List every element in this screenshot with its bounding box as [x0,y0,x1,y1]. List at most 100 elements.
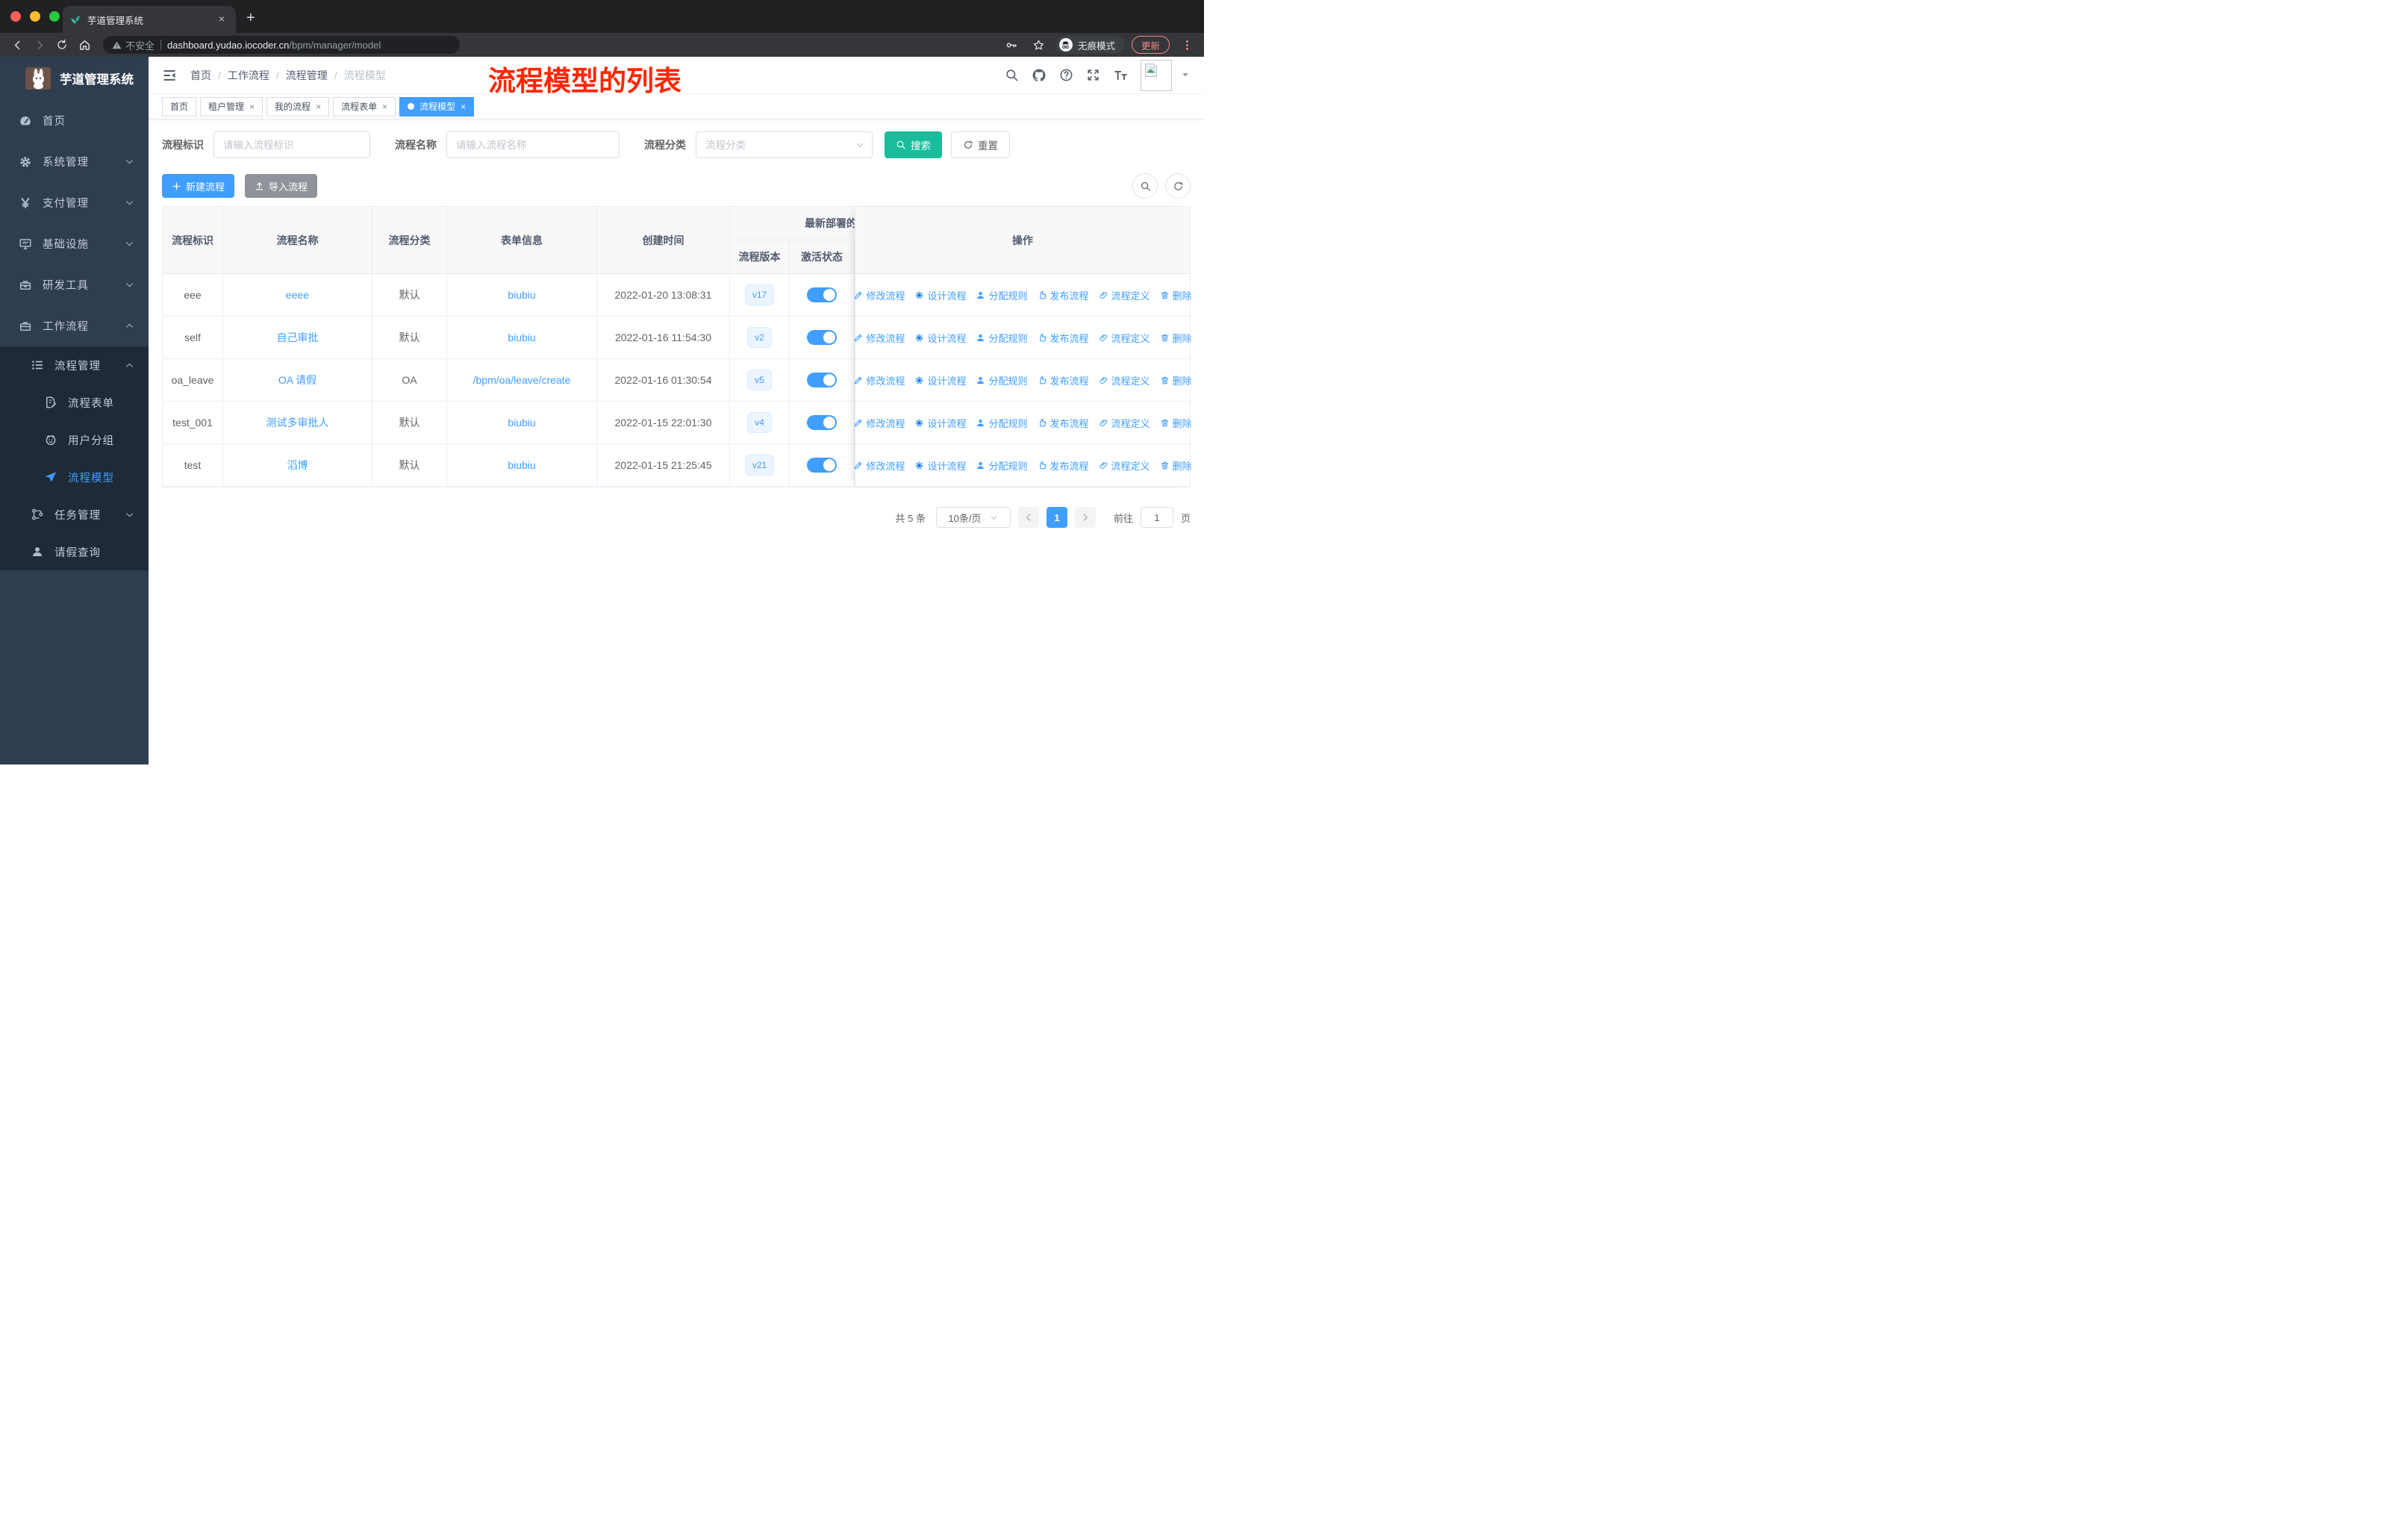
action-gear-link[interactable]: 设计流程 [914,288,966,302]
tab-close-icon[interactable]: × [215,13,228,26]
import-process-button[interactable]: 导入流程 [245,174,318,198]
collapse-sidebar-icon[interactable] [162,68,177,83]
nav-tag[interactable]: 首页 × [162,96,197,116]
action-gear-link[interactable]: 设计流程 [914,373,966,387]
forward-icon[interactable] [30,35,49,55]
action-clip-link[interactable]: 流程定义 [1099,458,1150,473]
browser-menu-icon[interactable] [1177,35,1197,55]
action-gear-link[interactable]: 设计流程 [914,458,966,473]
toggle-search-button[interactable] [1132,173,1158,199]
cell-process-name-link[interactable]: OA 请假 [278,373,316,387]
action-trash-link[interactable]: 删除 [1160,288,1192,302]
sidebar-item-flow[interactable]: 任务管理 [0,496,149,533]
process-category-select[interactable] [696,131,873,158]
action-clip-link[interactable]: 流程定义 [1099,331,1150,345]
action-user-link[interactable]: 分配规则 [976,416,1028,430]
sidebar-item-toolbox[interactable]: 研发工具 [0,264,149,305]
minimize-window-button[interactable] [30,11,40,22]
action-user-link[interactable]: 分配规则 [976,288,1028,302]
page-size-select[interactable]: 10条/页 [935,507,1011,528]
home-icon[interactable] [75,35,94,55]
current-page-button[interactable]: 1 [1046,507,1067,528]
nav-tag[interactable]: 流程模型 × [399,96,475,116]
active-status-toggle[interactable] [807,415,837,430]
action-gear-link[interactable]: 设计流程 [914,331,966,345]
github-icon[interactable] [1032,68,1047,83]
tag-close-icon[interactable]: × [461,102,466,112]
action-gear-link[interactable]: 设计流程 [914,416,966,430]
cell-form-info-link[interactable]: biubiu [508,459,535,471]
url-input[interactable]: 不安全 dashboard.yudao.iocoder.cn/bpm/manag… [103,36,460,54]
nav-tag[interactable]: 我的流程 × [266,96,330,116]
next-page-button[interactable] [1074,507,1096,528]
font-size-icon[interactable] [1113,68,1128,83]
browser-tab[interactable]: 芋道管理系统 × [63,6,236,33]
cell-process-name-link[interactable]: eeee [286,289,309,301]
cell-process-name-link[interactable]: 测试多审批人 [266,415,329,430]
process-id-input[interactable] [213,131,370,158]
cell-form-info-link[interactable]: biubiu [508,331,535,343]
action-thumb-link[interactable]: 发布流程 [1038,416,1089,430]
nav-tag[interactable]: 流程表单 × [333,96,396,116]
cell-form-info-link[interactable]: /bpm/oa/leave/create [473,374,571,386]
active-status-toggle[interactable] [807,373,837,387]
sidebar-item-dashboard[interactable]: 首页 [0,100,149,141]
avatar[interactable] [1141,59,1172,91]
new-tab-button[interactable]: + [246,10,255,27]
reload-icon[interactable] [52,35,72,55]
action-trash-link[interactable]: 删除 [1160,331,1192,345]
breadcrumb-item[interactable]: 流程管理 [286,68,328,83]
action-thumb-link[interactable]: 发布流程 [1038,331,1089,345]
search-button[interactable]: 搜索 [885,131,942,158]
active-status-toggle[interactable] [807,458,837,473]
action-trash-link[interactable]: 删除 [1160,416,1192,430]
action-edit-link[interactable]: 修改流程 [853,458,905,473]
action-clip-link[interactable]: 流程定义 [1099,288,1150,302]
cell-form-info-link[interactable]: biubiu [508,289,535,301]
cell-form-info-link[interactable]: biubiu [508,417,535,429]
breadcrumb-item[interactable]: 工作流程 [228,68,269,83]
sidebar-item-person[interactable]: 请假查询 [0,533,149,570]
security-warning[interactable]: 不安全 [112,38,155,52]
zoom-window-button[interactable] [49,11,60,22]
action-edit-link[interactable]: 修改流程 [853,416,905,430]
action-thumb-link[interactable]: 发布流程 [1038,288,1089,302]
sidebar-item-yen[interactable]: 支付管理 [0,182,149,223]
active-status-toggle[interactable] [807,330,837,345]
action-clip-link[interactable]: 流程定义 [1099,373,1150,387]
sidebar-item-doc-edit[interactable]: 流程表单 [0,384,149,421]
action-edit-link[interactable]: 修改流程 [853,288,905,302]
bookmark-star-icon[interactable] [1029,35,1049,55]
process-name-input[interactable] [446,131,620,158]
action-edit-link[interactable]: 修改流程 [853,373,905,387]
cell-process-name-link[interactable]: 滔博 [287,458,308,473]
action-thumb-link[interactable]: 发布流程 [1038,458,1089,473]
sidebar-item-list[interactable]: 流程管理 [0,346,149,384]
sidebar-item-plane[interactable]: 流程模型 [0,458,149,496]
action-user-link[interactable]: 分配规则 [976,458,1028,473]
sidebar-item-face[interactable]: 用户分组 [0,421,149,458]
action-edit-link[interactable]: 修改流程 [853,331,905,345]
prev-page-button[interactable] [1017,507,1039,528]
sidebar-item-gear[interactable]: 系统管理 [0,141,149,182]
action-user-link[interactable]: 分配规则 [976,331,1028,345]
window-controls[interactable] [10,11,60,22]
action-clip-link[interactable]: 流程定义 [1099,416,1150,430]
tag-close-icon[interactable]: × [382,102,387,112]
process-category-select-input[interactable] [696,131,873,158]
action-trash-link[interactable]: 删除 [1160,373,1192,387]
cell-process-name-link[interactable]: 自己审批 [277,330,319,345]
sidebar-item-briefcase[interactable]: 工作流程 [0,305,149,346]
passwords-key-icon[interactable] [1002,35,1022,55]
tag-close-icon[interactable]: × [316,102,321,112]
action-user-link[interactable]: 分配规则 [976,373,1028,387]
close-window-button[interactable] [10,11,21,22]
active-status-toggle[interactable] [807,287,837,302]
search-icon[interactable] [1005,68,1019,82]
update-button[interactable]: 更新 [1131,36,1170,54]
help-icon[interactable] [1059,68,1073,82]
breadcrumb-item[interactable]: 首页 [190,68,211,83]
goto-page-input[interactable] [1140,507,1173,528]
action-trash-link[interactable]: 删除 [1160,458,1192,473]
tag-close-icon[interactable]: × [249,102,255,112]
